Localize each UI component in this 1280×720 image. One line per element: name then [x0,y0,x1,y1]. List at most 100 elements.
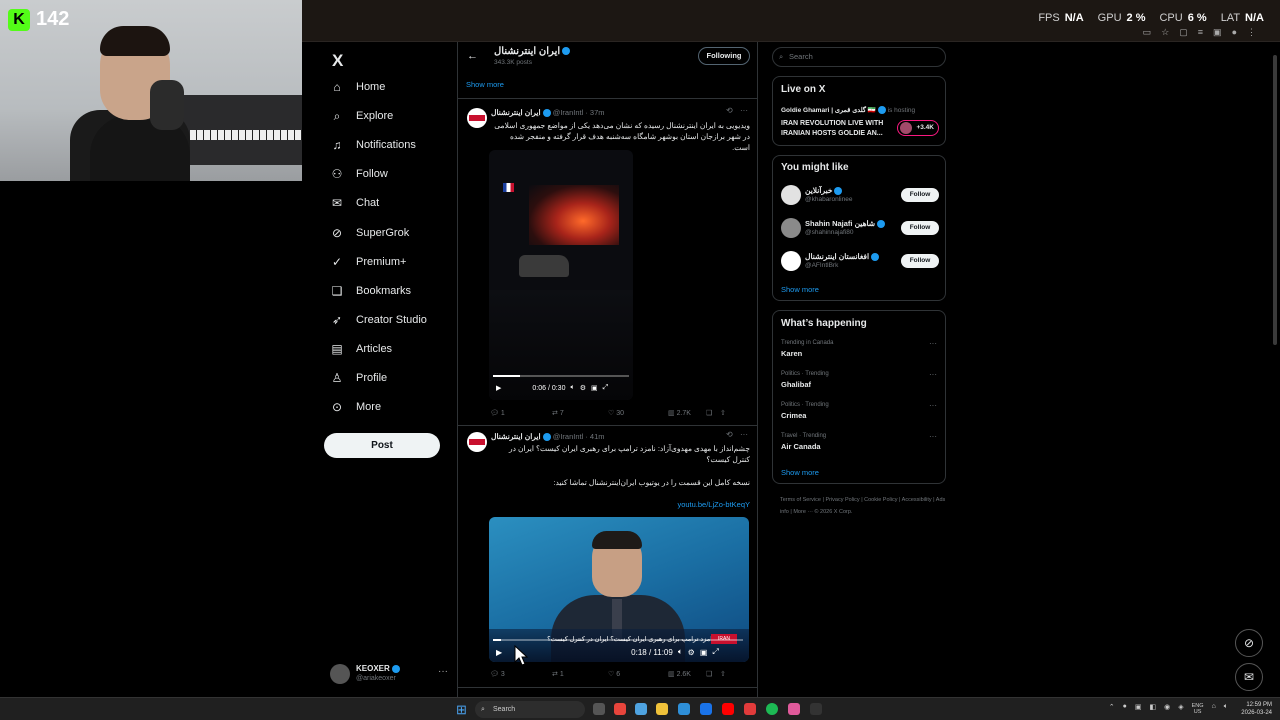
video-player-2[interactable]: نامزد ترامپ برای رهبری ایران کیست؟ ایران… [489,517,749,662]
taskbar-clock[interactable]: 12:59 PM 2026-03-24 [1241,701,1272,717]
video-player-1[interactable]: ▶ 0:06 / 0:30 🔈︎ ⚙ ▣ ⤢ [489,150,633,400]
search-input[interactable]: ⌕ Search [772,47,946,67]
bookmark-icon[interactable]: ❑ [706,670,720,678]
sidebar-item-creator-studio[interactable]: ➶ Creator Studio [330,310,427,330]
video-progress-bar[interactable] [493,639,743,641]
following-button[interactable]: Following [698,47,750,65]
trend-name[interactable]: Crimea [781,411,806,420]
sidebar-item-supergrok[interactable]: ⊘ SuperGrok [330,223,409,243]
chevron-up-icon[interactable]: ⌃ [1109,703,1115,715]
post-button[interactable]: Post [324,433,440,458]
sidebar-item-articles[interactable]: ▤ Articles [330,339,392,359]
volume-icon[interactable]: 🔈︎ [678,647,683,657]
show-more-link[interactable]: Show more [781,285,819,294]
windows-start-icon[interactable]: ⊞ [456,702,467,718]
footer-links[interactable]: Terms of Service | Privacy Policy | Cook… [780,494,950,518]
like-button[interactable]: ♡ 6 [588,670,646,678]
network-icon[interactable]: ⌂ [1212,703,1216,715]
profile-avatar-icon[interactable]: ● [1232,27,1237,38]
extensions-icon[interactable]: ▢ [1179,27,1188,38]
pip-icon[interactable]: ▣ [700,648,708,657]
show-more-link[interactable]: Show more [781,468,819,477]
cast-icon[interactable]: ▭ [1143,27,1152,38]
views-button[interactable]: ▥ 2.7K [646,409,706,417]
settings-icon[interactable]: ⚙ [580,384,586,392]
app-icon[interactable] [788,703,800,715]
fullscreen-icon[interactable]: ⤢ [712,647,718,657]
more-icon[interactable]: ··· [438,666,448,677]
sidebar-item-more[interactable]: ⊙ More [330,397,381,417]
show-more-link[interactable]: Show more [466,80,504,89]
tweet-author[interactable]: ایران اینترنشنال [491,432,541,441]
trend-name[interactable]: Air Canada [781,442,821,451]
avatar[interactable] [467,108,487,128]
views-button[interactable]: ▥ 2.6K [646,670,706,678]
volume-icon[interactable]: 🔈︎ [1224,703,1228,715]
trend-name[interactable]: Karen [781,349,802,358]
tweet-author[interactable]: ایران اینترنشنال [491,108,541,117]
suggested-user-name[interactable]: خبرآنلاین [805,186,843,196]
more-icon[interactable]: ··· [929,401,937,410]
spotify-icon[interactable] [766,703,778,715]
copilot-icon[interactable] [635,703,647,715]
settings-icon[interactable]: ⚙ [688,648,695,657]
live-host[interactable]: Goldie Ghamari | گلدی قمری 🇮🇷 [781,107,876,114]
grok-icon[interactable]: ⊘ [1235,629,1263,657]
sidebar-item-home[interactable]: ⌂ Home [330,77,385,97]
grok-icon[interactable]: ⟲ [726,106,733,115]
menu-icon[interactable]: ⋮ [1247,27,1256,38]
back-arrow-icon[interactable]: ← [467,50,478,62]
edge-icon[interactable] [678,703,690,715]
pip-icon[interactable]: ▣ [591,384,598,392]
reading-list-icon[interactable]: ≡ [1198,27,1203,38]
volume-icon[interactable]: 🔈︎ [570,384,574,392]
star-icon[interactable]: ☆ [1161,27,1169,38]
sidebar-item-bookmarks[interactable]: ❑ Bookmarks [330,281,411,301]
messages-icon[interactable]: ✉ [1235,663,1263,691]
play-icon[interactable]: ▶ [496,384,501,392]
more-icon[interactable]: ··· [929,339,937,348]
like-button[interactable]: ♡ 30 [588,409,646,417]
follow-button[interactable]: Follow [901,254,939,268]
sidebar-item-profile[interactable]: ♙ Profile [330,368,388,388]
reply-button[interactable]: 💬︎ 3 [490,670,530,678]
share-icon[interactable]: ⇧ [720,670,726,678]
repost-button[interactable]: ⇄ 7 [530,409,588,417]
tray-app-icon[interactable]: ◧ [1150,703,1157,715]
more-icon[interactable]: ··· [740,106,748,115]
fullscreen-icon[interactable]: ⤢ [603,384,609,392]
taskbar-search[interactable]: ⌕ Search [475,701,585,718]
suggested-user-name[interactable]: Shahin Najafi شاهین [805,219,886,229]
tweet-link[interactable]: youtu.be/LjZo-btKeqY [648,500,750,509]
play-icon[interactable]: ▶ [496,648,502,657]
scrollbar-thumb[interactable] [1273,55,1277,345]
tray-app-icon[interactable]: ◈ [1178,703,1183,715]
live-title[interactable]: IRAN REVOLUTION LIVE WITH IRANIAN HOSTS … [781,119,891,139]
more-icon[interactable]: ··· [929,370,937,379]
more-icon[interactable]: ··· [740,430,748,439]
suggested-user-name[interactable]: افغانستان اینترنشنال [805,252,880,262]
file-explorer-icon[interactable] [656,703,668,715]
bookmark-icon[interactable]: ❑ [706,409,720,417]
outlook-icon[interactable] [700,703,712,715]
sidebar-item-notifications[interactable]: ♫ Notifications [330,135,416,155]
sidebar-item-premium[interactable]: ✓ Premium+ [330,252,406,272]
share-icon[interactable]: ⇧ [720,409,726,417]
grok-icon[interactable]: ⟲ [726,430,733,439]
sidebar-item-explore[interactable]: ⌕ Explore [330,106,394,126]
app-icon[interactable] [810,703,822,715]
sidebar-item-chat[interactable]: ✉ Chat [330,193,379,213]
follow-button[interactable]: Follow [901,188,939,202]
sidebar-item-follow[interactable]: ⚇ Follow [330,164,388,184]
collections-icon[interactable]: ▣ [1213,27,1222,38]
tray-app-icon[interactable]: ● [1123,703,1127,715]
trend-name[interactable]: Ghalibaf [781,380,811,389]
chrome-icon[interactable] [614,703,626,715]
youtube-icon[interactable] [722,703,734,715]
follow-button[interactable]: Follow [901,221,939,235]
avatar[interactable] [781,251,801,271]
language-indicator[interactable]: ENG US [1192,703,1204,715]
more-icon[interactable]: ··· [929,432,937,441]
tray-app-icon[interactable]: ◉ [1164,703,1170,715]
x-logo-icon[interactable]: X [332,51,343,71]
